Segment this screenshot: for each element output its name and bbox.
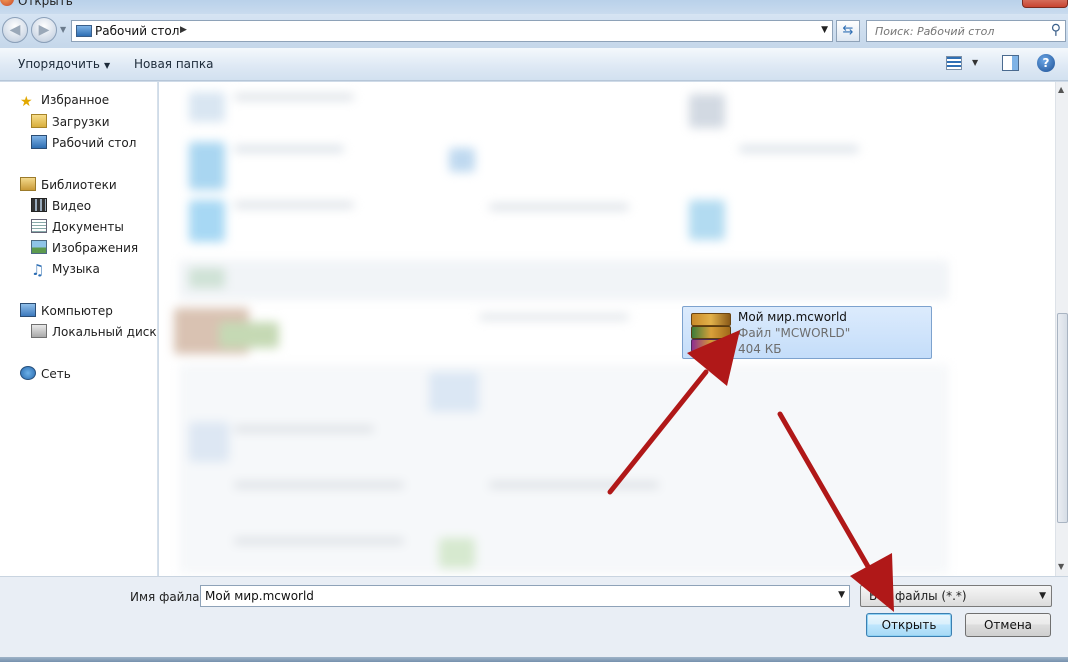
- address-dropdown-icon[interactable]: ▼: [821, 25, 828, 35]
- downloads-folder-icon: [31, 114, 47, 128]
- refresh-icon: ⇆: [842, 23, 854, 38]
- back-button[interactable]: ◀: [2, 17, 28, 43]
- scroll-up-icon[interactable]: ▲: [1058, 85, 1064, 94]
- window-title: Открыть: [18, 0, 73, 8]
- documents-library-icon: [31, 219, 47, 233]
- sidebar-item-video[interactable]: Видео: [31, 198, 91, 213]
- search-input[interactable]: [867, 21, 1042, 41]
- sidebar-item-label: Изображения: [52, 241, 139, 255]
- desktop-icon: [31, 135, 47, 149]
- sidebar-item-downloads[interactable]: Загрузки: [31, 114, 110, 129]
- forward-arrow-icon: ▶: [38, 22, 50, 38]
- address-bar[interactable]: Рабочий стол ▶ ▼: [71, 20, 833, 42]
- sidebar-item-music[interactable]: ♫ Музыка: [31, 261, 100, 279]
- local-disk-icon: [31, 324, 47, 338]
- filetype-select[interactable]: Все файлы (*.*) ▼: [860, 585, 1052, 607]
- star-icon: ★: [20, 94, 33, 110]
- scrollbar-thumb[interactable]: [1057, 313, 1068, 523]
- sidebar-group-label: Избранное: [41, 93, 110, 107]
- libraries-icon: [20, 177, 36, 191]
- views-dropdown-icon[interactable]: ▼: [972, 58, 978, 67]
- sidebar-group-label: Компьютер: [41, 304, 113, 318]
- scroll-down-icon[interactable]: ▼: [1058, 562, 1064, 571]
- sidebar-item-local-disk[interactable]: Локальный диск (C: [31, 324, 157, 339]
- computer-icon: [20, 303, 36, 317]
- dialog-footer: Имя файла: ▼ Все файлы (*.*) ▼ Открыть О…: [0, 576, 1068, 662]
- sidebar-item-label: Документы: [52, 220, 124, 234]
- navigation-bar: ◀ ▶ ▼ Рабочий стол ▶ ▼ ⇆ ⚲: [0, 14, 1068, 48]
- selected-file-name: Мой мир.mcworld: [738, 310, 847, 324]
- chevron-down-icon: ▼: [1039, 591, 1046, 601]
- filename-label: Имя файла:: [130, 590, 204, 604]
- sidebar-item-label: Видео: [52, 199, 92, 213]
- sidebar-item-label: Локальный диск (C: [52, 325, 157, 339]
- sidebar-item-label: Музыка: [52, 262, 100, 276]
- sidebar-group-label: Сеть: [41, 367, 71, 381]
- breadcrumb-desktop[interactable]: Рабочий стол: [95, 24, 179, 38]
- sidebar-group-network[interactable]: Сеть: [20, 366, 71, 381]
- title-bar: Открыть: [0, 0, 1068, 14]
- sidebar-group-label: Библиотеки: [41, 178, 117, 192]
- video-library-icon: [31, 198, 47, 212]
- forward-button[interactable]: ▶: [31, 17, 57, 43]
- new-folder-button[interactable]: Новая папка: [134, 57, 213, 71]
- file-list[interactable]: Мой мир.mcworld Файл "MCWORLD" 404 КБ: [159, 82, 1055, 576]
- sidebar-item-pictures[interactable]: Изображения: [31, 240, 138, 255]
- views-icon[interactable]: [946, 56, 962, 70]
- organize-menu[interactable]: Упорядочить ▼: [18, 57, 110, 71]
- organize-label: Упорядочить: [18, 57, 100, 71]
- close-window-button[interactable]: [1022, 0, 1068, 8]
- vertical-scrollbar[interactable]: ▲ ▼: [1055, 82, 1068, 576]
- sidebar-item-documents[interactable]: Документы: [31, 219, 124, 234]
- back-arrow-icon: ◀: [9, 22, 21, 38]
- filename-input[interactable]: [201, 586, 831, 606]
- refresh-button[interactable]: ⇆: [836, 20, 860, 42]
- command-toolbar: Упорядочить ▼ Новая папка ▼ ?: [0, 48, 1068, 81]
- selected-file-item[interactable]: Мой мир.mcworld Файл "MCWORLD" 404 КБ: [682, 306, 932, 359]
- sidebar-group-computer[interactable]: Компьютер: [20, 303, 113, 318]
- filetype-value: Все файлы (*.*): [869, 589, 967, 603]
- search-icon[interactable]: ⚲: [1051, 22, 1061, 38]
- app-icon: [0, 0, 14, 6]
- selected-file-size: 404 КБ: [738, 342, 782, 356]
- pictures-library-icon: [31, 240, 47, 254]
- sidebar-item-label: Рабочий стол: [52, 136, 137, 150]
- search-box[interactable]: ⚲: [866, 20, 1066, 42]
- desktop-icon: [76, 25, 92, 37]
- breadcrumb-arrow-icon[interactable]: ▶: [180, 25, 187, 35]
- sidebar-item-desktop[interactable]: Рабочий стол: [31, 135, 136, 150]
- window-bottom-border: [0, 657, 1068, 662]
- selected-file-type: Файл "MCWORLD": [738, 326, 851, 340]
- history-dropdown-icon[interactable]: ▼: [60, 25, 66, 34]
- cancel-button[interactable]: Отмена: [965, 613, 1051, 637]
- open-button[interactable]: Открыть: [866, 613, 952, 637]
- filename-combobox[interactable]: ▼: [200, 585, 850, 607]
- chevron-down-icon: ▼: [103, 61, 111, 70]
- sidebar-item-label: Загрузки: [52, 115, 110, 129]
- sidebar-group-favorites[interactable]: ★ Избранное: [20, 93, 109, 110]
- navigation-pane: ★ Избранное Загрузки Рабочий стол Библиот…: [0, 82, 158, 576]
- help-icon[interactable]: ?: [1037, 54, 1055, 72]
- preview-pane-icon[interactable]: [1002, 55, 1019, 71]
- music-library-icon: ♫: [31, 261, 45, 279]
- sidebar-group-libraries[interactable]: Библиотеки: [20, 177, 117, 192]
- winrar-archive-icon: [689, 311, 733, 355]
- network-icon: [20, 366, 36, 380]
- filename-dropdown-icon[interactable]: ▼: [838, 590, 845, 600]
